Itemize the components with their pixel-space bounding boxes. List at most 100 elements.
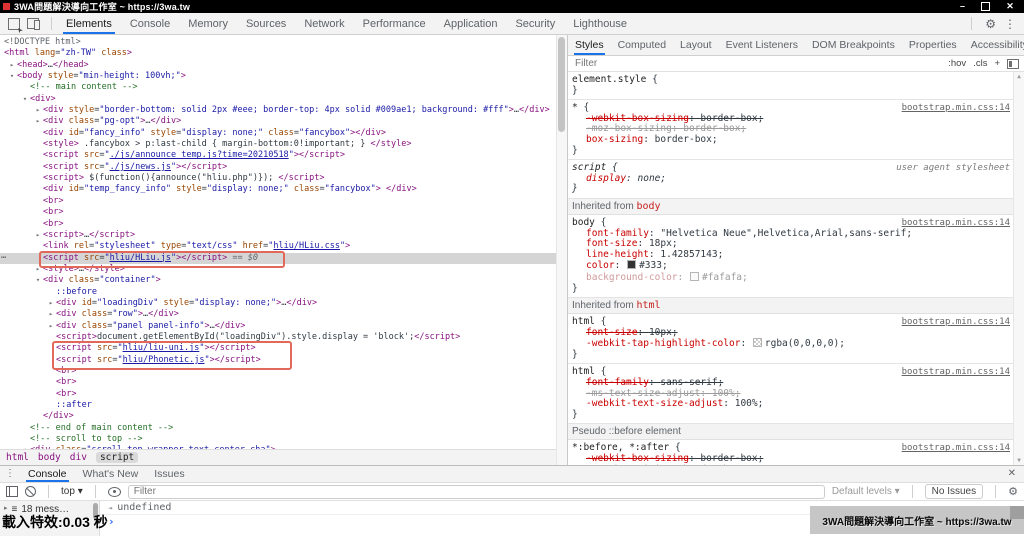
execution-context-selector[interactable]: top ▾: [61, 486, 83, 497]
tab-console[interactable]: Console: [121, 13, 179, 34]
stylesheet-link[interactable]: bootstrap.min.css:14: [902, 103, 1010, 114]
dom-tree-row[interactable]: <script src="hliu/liu-uni.js"></script>: [0, 343, 556, 354]
styles-tab-accessibility[interactable]: Accessibility: [964, 35, 1024, 55]
styles-tab-layout[interactable]: Layout: [673, 35, 719, 55]
twisty-icon[interactable]: ▸: [33, 116, 43, 127]
style-declaration[interactable]: display: none;: [572, 174, 1010, 185]
scroll-down-icon[interactable]: ▼: [1017, 457, 1021, 464]
clear-console-icon[interactable]: [25, 486, 36, 497]
scroll-up-icon[interactable]: ▲: [1017, 73, 1021, 80]
stylesheet-link[interactable]: bootstrap.min.css:14: [902, 317, 1010, 328]
dom-tree-row[interactable]: <!-- end of main content -->: [0, 423, 556, 434]
tab-application[interactable]: Application: [435, 13, 507, 34]
tab-network[interactable]: Network: [295, 13, 353, 34]
inspect-element-icon[interactable]: [8, 18, 20, 30]
hov-button[interactable]: :hov: [948, 58, 966, 69]
live-expression-eye-icon[interactable]: [108, 487, 121, 497]
style-declaration[interactable]: -webkit-tap-highlight-color: rgba(0,0,0,…: [572, 338, 1010, 350]
dom-tree-row[interactable]: <html lang="zh-TW" class>: [0, 48, 556, 59]
device-toolbar-icon[interactable]: [27, 18, 39, 29]
dom-tree-row[interactable]: <div id="fancy_info" style="display: non…: [0, 128, 556, 139]
computed-sidebar-icon[interactable]: [1007, 59, 1019, 69]
dom-tree-row[interactable]: <script src="./js/announce_temp.js?time=…: [0, 150, 556, 161]
tab-sources[interactable]: Sources: [237, 13, 295, 34]
twisty-icon[interactable]: ▾: [7, 71, 17, 82]
styles-tab-properties[interactable]: Properties: [902, 35, 964, 55]
twisty-icon[interactable]: ▸: [33, 230, 43, 241]
drawer-tab-console[interactable]: Console: [20, 466, 75, 482]
no-issues-badge[interactable]: No Issues: [925, 484, 983, 499]
dom-tree-row[interactable]: ▾<div class="container">: [0, 275, 556, 286]
styles-tab-event-listeners[interactable]: Event Listeners: [719, 35, 805, 55]
dom-tree-row[interactable]: <style> .fancybox > p:last-child { margi…: [0, 139, 556, 150]
drawer-tab-issues[interactable]: Issues: [146, 466, 192, 482]
dom-tree-row[interactable]: ▾<body style="min-height: 100vh;">: [0, 71, 556, 82]
scrollbar-thumb[interactable]: [558, 37, 565, 132]
dom-tree-row[interactable]: <script>document.getElementById("loading…: [0, 332, 556, 343]
twisty-icon[interactable]: ▸: [4, 504, 8, 512]
settings-gear-icon[interactable]: ⚙: [985, 18, 996, 30]
breadcrumb-item-div[interactable]: div: [70, 452, 87, 463]
tab-memory[interactable]: Memory: [179, 13, 237, 34]
styles-tab-computed[interactable]: Computed: [611, 35, 673, 55]
dom-tree-row[interactable]: ::before: [0, 287, 556, 298]
twisty-icon[interactable]: ▾: [33, 275, 43, 286]
dom-tree-row[interactable]: <script> $(function(){announce("hliu.php…: [0, 173, 556, 184]
dom-tree-row[interactable]: ▸<head>…</head>: [0, 60, 556, 71]
new-style-rule-button[interactable]: +: [994, 58, 1000, 69]
dom-tree-row[interactable]: ▾<div class="scroll-top-wrapper text-cen…: [0, 445, 556, 449]
tab-performance[interactable]: Performance: [354, 13, 435, 34]
stylesheet-link[interactable]: user agent stylesheet: [896, 163, 1010, 174]
twisty-icon[interactable]: ▸: [33, 264, 43, 275]
style-declaration[interactable]: color: #333;: [572, 260, 1010, 272]
style-declaration[interactable]: box-sizing: border-box;: [572, 135, 1010, 146]
stylesheet-link[interactable]: bootstrap.min.css:14: [902, 443, 1010, 454]
dom-tree-row[interactable]: <br>: [0, 207, 556, 218]
main-menu-icon[interactable]: ⋮: [1004, 18, 1016, 30]
elements-scrollbar[interactable]: [556, 35, 567, 465]
dom-tree-row[interactable]: <!-- main content -->: [0, 82, 556, 93]
dom-tree-row[interactable]: ▸<div style="border-bottom: solid 2px #e…: [0, 105, 556, 116]
dom-tree-row[interactable]: <!-- scroll to top -->: [0, 434, 556, 445]
dom-tree-row[interactable]: </div>: [0, 411, 556, 422]
twisty-icon[interactable]: ▸: [46, 298, 56, 309]
styles-filter-input[interactable]: [573, 57, 941, 70]
drawer-menu-icon[interactable]: ⋮: [0, 468, 20, 480]
log-levels-selector[interactable]: Default levels ▾: [832, 486, 900, 497]
tab-lighthouse[interactable]: Lighthouse: [564, 13, 636, 34]
style-declaration[interactable]: line-height: 1.42857143;: [572, 250, 1010, 261]
dom-tree-row[interactable]: ▸<div class="pg-opt">…</div>: [0, 116, 556, 127]
dom-tree-row[interactable]: ▸<style>…</style>: [0, 264, 556, 275]
style-declaration[interactable]: font-size: 10px;: [572, 328, 1010, 339]
dom-tree-row[interactable]: <link rel="stylesheet" type="text/css" h…: [0, 241, 556, 252]
breadcrumb-item-script[interactable]: script: [96, 452, 138, 463]
cls-button[interactable]: .cls: [973, 58, 987, 69]
dom-tree-row[interactable]: <div id="temp_fancy_info" style="display…: [0, 184, 556, 195]
minimize-button[interactable]: –: [960, 2, 965, 11]
breadcrumb-item-body[interactable]: body: [38, 452, 61, 463]
stylesheet-link[interactable]: bootstrap.min.css:14: [902, 218, 1010, 229]
dom-tree-row[interactable]: <script src="hliu/Phonetic.js"></script>: [0, 355, 556, 366]
styles-tab-styles[interactable]: Styles: [568, 35, 611, 55]
dom-tree-row[interactable]: <!DOCTYPE html>: [0, 37, 556, 48]
more-actions-icon[interactable]: ⋯: [1, 253, 7, 264]
styles-scrollbar[interactable]: ▲ ▼: [1013, 72, 1024, 465]
twisty-icon[interactable]: ▾: [20, 94, 30, 105]
node-link[interactable]: body: [636, 201, 660, 212]
tab-elements[interactable]: Elements: [57, 13, 121, 34]
drawer-close-icon[interactable]: ✕: [1008, 468, 1016, 480]
dom-tree-row[interactable]: ▸<div id="loadingDiv" style="display: no…: [0, 298, 556, 309]
dom-tree-row[interactable]: <script src="./js/news.js"></script>: [0, 162, 556, 173]
twisty-icon[interactable]: ▾: [20, 445, 30, 449]
console-filter-input[interactable]: [128, 485, 825, 499]
console-sidebar-toggle-icon[interactable]: [6, 486, 18, 497]
dom-tree-row[interactable]: ▸<div class="row">…</div>: [0, 309, 556, 320]
twisty-icon[interactable]: ▸: [33, 105, 43, 116]
maximize-button[interactable]: [981, 2, 990, 11]
dom-tree-row[interactable]: <br>: [0, 366, 556, 377]
dom-tree-row[interactable]: <br>: [0, 377, 556, 388]
styles-tab-dom-breakpoints[interactable]: DOM Breakpoints: [805, 35, 902, 55]
stylesheet-link[interactable]: bootstrap.min.css:14: [902, 367, 1010, 378]
dom-tree-row[interactable]: ::after: [0, 400, 556, 411]
node-link[interactable]: html: [636, 300, 660, 311]
